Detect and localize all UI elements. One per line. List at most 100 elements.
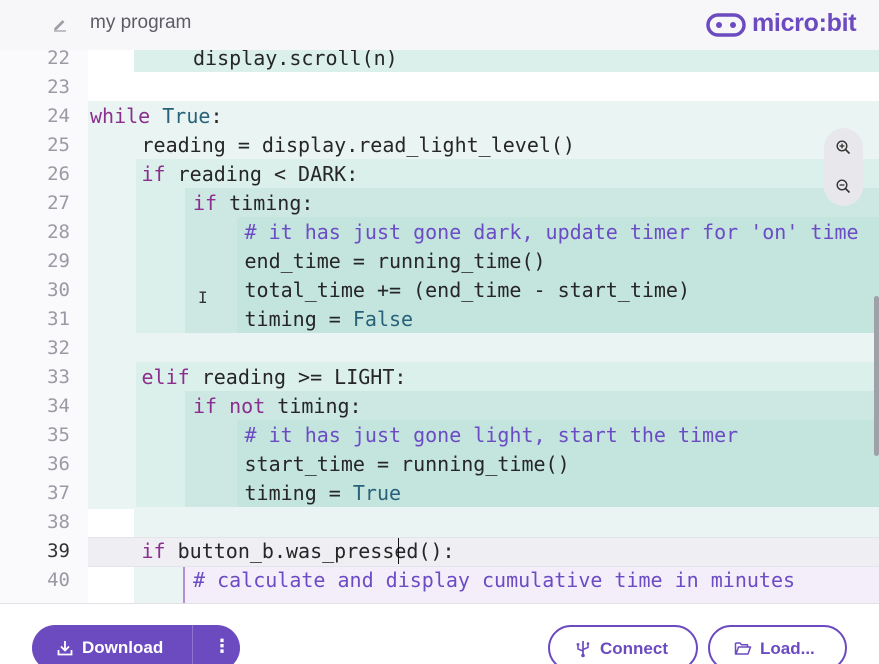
code-text: end_time = running_time() — [245, 247, 546, 276]
code-token: if — [141, 539, 166, 563]
zoom-out-button[interactable] — [824, 167, 863, 206]
line-number: 40 — [47, 569, 70, 591]
vertical-scrollbar[interactable] — [874, 296, 879, 456]
code-text: start_time = running_time() — [245, 450, 570, 479]
code-line[interactable]: 24 while True: — [0, 102, 879, 131]
pencil-icon[interactable] — [52, 16, 68, 32]
line-number: 39 — [47, 540, 70, 562]
code-line[interactable]: 30 total_time += (end_time - start_time) — [0, 276, 879, 305]
line-number: 33 — [47, 366, 70, 388]
code-line[interactable]: 26 if reading < DARK: — [0, 160, 879, 189]
code-line[interactable]: 23 — [0, 73, 879, 102]
load-label: Load... — [760, 639, 815, 658]
code-token: start_time = running_time() — [244, 452, 570, 476]
code-token: if — [193, 191, 218, 215]
connect-label: Connect — [600, 639, 668, 658]
ibeam-cursor-icon: I — [198, 288, 208, 307]
code-token: reading >= LIGHT: — [189, 365, 407, 389]
folder-open-icon — [734, 642, 752, 655]
line-number: 28 — [47, 221, 70, 243]
code-text: if button_b.was_pressed(): — [142, 537, 455, 566]
load-button[interactable]: Load... — [708, 625, 847, 664]
line-number: 24 — [47, 105, 70, 127]
code-token: False — [352, 307, 414, 331]
code-text: while True: — [90, 102, 222, 131]
code-line[interactable]: 25 reading = display.read_light_level() — [0, 131, 879, 160]
code-token: button_b.was_pressed(): — [165, 539, 455, 563]
download-icon — [57, 641, 73, 656]
code-text: elif reading >= LIGHT: — [142, 363, 407, 392]
code-token: reading = display.read_light_level() — [141, 133, 575, 157]
code-text: # calculate and display cumulative time … — [193, 566, 795, 595]
connect-button[interactable]: Connect — [548, 625, 698, 664]
code-line[interactable]: 22 display.scroll(n) — [0, 50, 879, 73]
line-number: 38 — [47, 511, 70, 533]
footer-toolbar: Download ⋮ Connect Load... — [0, 603, 879, 664]
code-token: timing: — [217, 191, 314, 215]
code-line[interactable]: 29 end_time = running_time() — [0, 247, 879, 276]
code-line[interactable]: 39 if button_b.was_pressed(): — [0, 537, 879, 566]
line-number: 34 — [47, 395, 70, 417]
zoom-controls — [824, 128, 863, 206]
microbit-logo-icon — [706, 13, 746, 37]
more-options-icon: ⋮ — [213, 636, 231, 656]
line-number: 29 — [47, 250, 70, 272]
code-line[interactable]: 37 timing = True — [0, 479, 879, 508]
zoom-out-icon — [836, 179, 851, 194]
code-token: True — [352, 481, 402, 505]
line-number: 23 — [47, 76, 70, 98]
line-number: 32 — [47, 337, 70, 359]
code-token: : — [210, 104, 223, 128]
code-line[interactable]: 35 # it has just gone light, start the ti… — [0, 421, 879, 450]
code-text: display.scroll(n) — [193, 50, 398, 73]
code-token: # it has just gone light, start the time… — [244, 423, 739, 447]
code-line[interactable]: 28 # it has just gone dark, update timer … — [0, 218, 879, 247]
code-text: if reading < DARK: — [142, 160, 359, 189]
code-token: elif — [141, 365, 190, 389]
code-token: end_time = running_time() — [244, 249, 546, 273]
code-line[interactable]: 40 # calculate and display cumulative tim… — [0, 566, 879, 595]
line-number: 37 — [47, 482, 70, 504]
code-text: if timing: — [193, 189, 313, 218]
download-button[interactable]: Download ⋮ — [32, 625, 240, 664]
code-token: total_time += (end_time - start_time) — [244, 278, 691, 302]
code-line[interactable]: 32 — [0, 334, 879, 363]
zoom-in-button[interactable] — [824, 128, 863, 167]
code-token: # calculate and display cumulative time … — [193, 568, 796, 592]
code-line[interactable]: 33 elif reading >= LIGHT: — [0, 363, 879, 392]
code-editor[interactable]: 22 display.scroll(n) 23 24 while True: 25 read… — [0, 50, 879, 603]
line-number: 26 — [47, 163, 70, 185]
program-name[interactable]: my program — [90, 12, 191, 34]
code-text: timing = False — [245, 305, 414, 334]
code-text: timing = True — [245, 479, 402, 508]
code-line[interactable]: 36 start_time = running_time() — [0, 450, 879, 479]
download-more-button[interactable]: ⋮ — [193, 625, 240, 664]
code-line[interactable]: 27 if timing: — [0, 189, 879, 218]
code-token: if — [141, 162, 166, 186]
usb-icon — [576, 641, 590, 658]
line-number: 25 — [47, 134, 70, 156]
code-token: True — [162, 104, 211, 128]
line-number: 30 — [47, 279, 70, 301]
brand-name: micro:bit — [752, 9, 857, 37]
code-text: if not timing: — [193, 392, 362, 421]
code-token: while — [90, 104, 151, 128]
code-token: timing = — [244, 307, 353, 331]
code-token: reading < DARK: — [165, 162, 359, 186]
line-number: 27 — [47, 192, 70, 214]
line-number: 35 — [47, 424, 70, 446]
code-text: # it has just gone light, start the time… — [245, 421, 739, 450]
code-text: # it has just gone dark, update timer fo… — [245, 218, 859, 247]
code-line[interactable]: 34 if not timing: — [0, 392, 879, 421]
code-text: total_time += (end_time - start_time) — [245, 276, 691, 305]
header-bar: my program micro:bit — [0, 0, 879, 50]
code-token: timing = — [244, 481, 353, 505]
line-number: 31 — [47, 308, 70, 330]
code-token: not — [229, 394, 266, 418]
zoom-in-icon — [836, 140, 851, 155]
code-line[interactable]: 31 timing = False — [0, 305, 879, 334]
code-line[interactable]: 38 — [0, 508, 879, 537]
code-token: timing: — [265, 394, 362, 418]
